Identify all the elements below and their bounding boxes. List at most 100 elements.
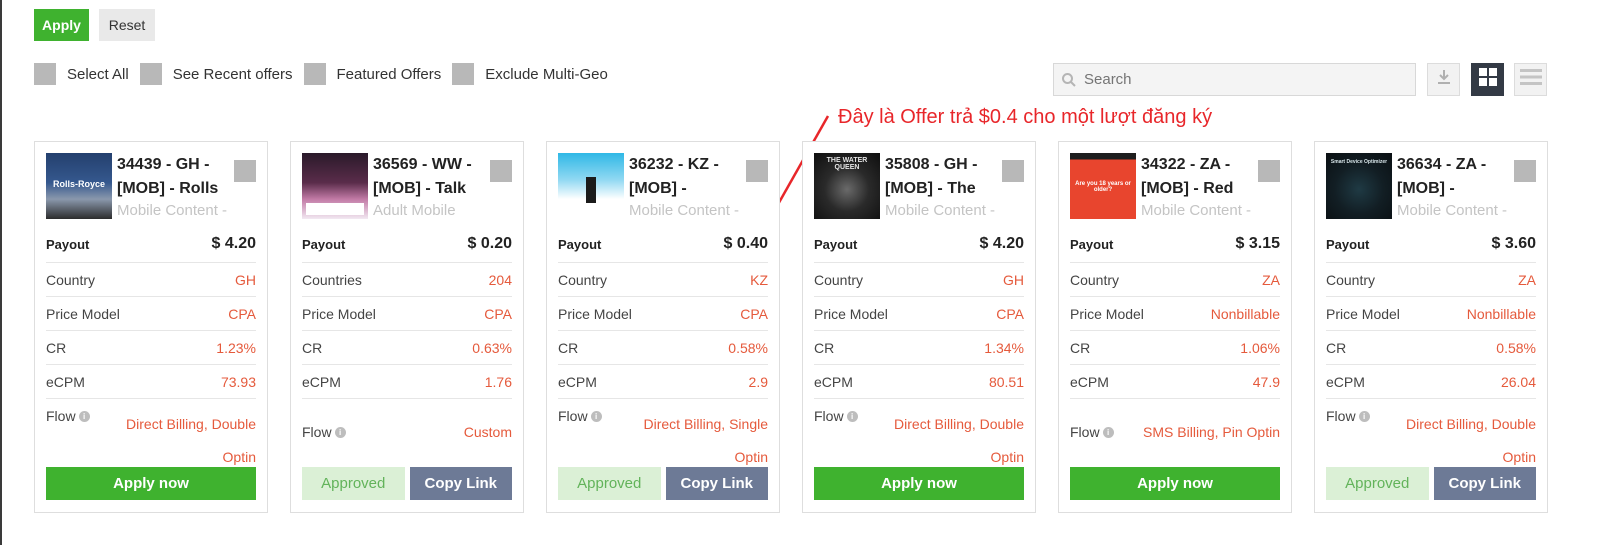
grid-view-button[interactable] bbox=[1471, 63, 1504, 96]
apply-button[interactable]: Apply bbox=[34, 9, 89, 41]
cr-row: CR 1.06% bbox=[1070, 331, 1280, 365]
offer-title[interactable]: 35808 - GH - [MOB] - The bbox=[885, 153, 1003, 201]
payout-value: $ 3.60 bbox=[1491, 235, 1536, 252]
flow-label: Flow bbox=[814, 408, 844, 424]
list-view-button[interactable] bbox=[1514, 63, 1547, 96]
flow-row: Flow i Direct Billing, Single Optin bbox=[558, 399, 768, 465]
offer-category: Mobile Content - bbox=[885, 202, 996, 219]
offer-card[interactable]: Are you 18 years or older? 34322 - ZA - … bbox=[1058, 141, 1292, 513]
approved-button[interactable]: Approved bbox=[558, 467, 661, 500]
price-model-row: Price Model CPA bbox=[46, 297, 256, 331]
approved-button[interactable]: Approved bbox=[302, 467, 405, 500]
offer-card[interactable]: Rolls-Royce 34439 - GH - [MOB] - Rolls M… bbox=[34, 141, 268, 513]
search-icon bbox=[1054, 72, 1084, 88]
select-all-checkbox[interactable] bbox=[34, 63, 56, 85]
countries-value: 204 bbox=[488, 271, 512, 288]
info-icon[interactable]: i bbox=[1102, 426, 1114, 438]
country-row: Countries 204 bbox=[302, 263, 512, 297]
featured-offers-checkbox[interactable] bbox=[303, 63, 326, 85]
flow-value: Custom bbox=[463, 424, 512, 440]
info-icon[interactable]: i bbox=[334, 426, 346, 438]
ecpm-label: eCPM bbox=[558, 373, 597, 390]
card-checkbox[interactable] bbox=[234, 160, 256, 182]
price-model-label: Price Model bbox=[1070, 305, 1144, 322]
thumbnail-caption: THE WATER QUEEN bbox=[826, 157, 868, 171]
payout-label: Payout bbox=[46, 236, 90, 252]
country-label: Country bbox=[558, 271, 608, 288]
download-button[interactable] bbox=[1427, 63, 1460, 96]
card-checkbox[interactable] bbox=[746, 160, 768, 182]
country-value: ZA bbox=[1518, 271, 1536, 288]
flow-label: Flow bbox=[302, 424, 332, 440]
recent-offers-checkbox[interactable] bbox=[139, 63, 162, 85]
reset-button[interactable]: Reset bbox=[99, 9, 155, 41]
payout-row: Payout $ 3.60 bbox=[1326, 226, 1536, 263]
offer-card-grid: Rolls-Royce 34439 - GH - [MOB] - Rolls M… bbox=[34, 141, 1548, 513]
offer-title[interactable]: 36634 - ZA - [MOB] - bbox=[1397, 153, 1515, 201]
apply-now-button[interactable]: Apply now bbox=[46, 467, 256, 500]
price-model-row: Price Model Nonbillable bbox=[1326, 297, 1536, 331]
offer-card[interactable]: Smart Device Optimizer 36634 - ZA - [MOB… bbox=[1314, 141, 1548, 513]
offer-title[interactable]: 34439 - GH - [MOB] - Rolls bbox=[117, 153, 235, 201]
cr-value: 1.23% bbox=[216, 339, 256, 356]
cr-value: 0.63% bbox=[472, 339, 512, 356]
download-icon bbox=[1436, 68, 1452, 91]
copy-link-button[interactable]: Copy Link bbox=[665, 467, 768, 500]
info-icon[interactable]: i bbox=[78, 410, 90, 422]
ecpm-row: eCPM 2.9 bbox=[558, 365, 768, 399]
cr-row: CR 1.34% bbox=[814, 331, 1024, 365]
flow-label: Flow bbox=[46, 408, 76, 424]
cr-label: CR bbox=[1070, 339, 1091, 356]
apply-now-button[interactable]: Apply now bbox=[1070, 467, 1280, 500]
filter-label: Featured Offers bbox=[336, 65, 442, 83]
card-checkbox[interactable] bbox=[1258, 160, 1280, 182]
copy-link-button[interactable]: Copy Link bbox=[1433, 467, 1536, 500]
card-checkbox[interactable] bbox=[1002, 160, 1024, 182]
ecpm-value: 26.04 bbox=[1500, 373, 1536, 390]
filter-exclude-multi-geo[interactable]: Exclude Multi-Geo bbox=[452, 63, 608, 85]
price-model-value: Nonbillable bbox=[1466, 305, 1536, 322]
apply-now-button[interactable]: Apply now bbox=[814, 467, 1024, 500]
country-row: Country GH bbox=[814, 263, 1024, 297]
offer-card[interactable]: THE WATER QUEEN 35808 - GH - [MOB] - The… bbox=[802, 141, 1036, 513]
search-input[interactable] bbox=[1084, 71, 1404, 88]
approved-button[interactable]: Approved bbox=[1326, 467, 1429, 500]
ecpm-label: eCPM bbox=[302, 373, 341, 390]
offer-title[interactable]: 36232 - KZ - [MOB] - bbox=[629, 153, 747, 201]
offer-thumbnail bbox=[558, 153, 624, 219]
info-icon[interactable]: i bbox=[846, 410, 858, 422]
filter-recent-offers[interactable]: See Recent offers bbox=[139, 63, 293, 85]
offer-thumbnail: THE WATER QUEEN bbox=[814, 153, 880, 219]
flow-row: Flow i Custom bbox=[302, 399, 512, 465]
price-model-value: CPA bbox=[228, 305, 256, 322]
info-icon[interactable]: i bbox=[590, 410, 602, 422]
filter-select-all[interactable]: Select All bbox=[34, 63, 129, 85]
offer-title[interactable]: 36569 - WW - [MOB] - Talk bbox=[373, 153, 491, 201]
exclude-multi-geo-checkbox[interactable] bbox=[452, 63, 475, 85]
offer-card[interactable]: 36232 - KZ - [MOB] - Mobile Content - Pa… bbox=[546, 141, 780, 513]
payout-label: Payout bbox=[1070, 236, 1114, 252]
price-model-row: Price Model CPA bbox=[558, 297, 768, 331]
filter-featured-offers[interactable]: Featured Offers bbox=[303, 63, 442, 85]
cr-value: 0.58% bbox=[1496, 339, 1536, 356]
cr-value: 1.34% bbox=[984, 339, 1024, 356]
offer-card[interactable]: 36569 - WW - [MOB] - Talk Adult Mobile P… bbox=[290, 141, 524, 513]
info-icon[interactable]: i bbox=[1358, 410, 1370, 422]
search-box[interactable] bbox=[1053, 63, 1416, 96]
offer-title[interactable]: 34322 - ZA - [MOB] - Red bbox=[1141, 153, 1259, 201]
country-row: Country ZA bbox=[1326, 263, 1536, 297]
filter-checkboxes: Select All See Recent offers Featured Of… bbox=[34, 63, 619, 85]
cr-label: CR bbox=[302, 339, 323, 356]
payout-row: Payout $ 0.20 bbox=[302, 226, 512, 263]
offer-thumbnail: Smart Device Optimizer bbox=[1326, 153, 1392, 219]
ecpm-row: eCPM 80.51 bbox=[814, 365, 1024, 399]
price-model-row: Price Model CPA bbox=[302, 297, 512, 331]
card-checkbox[interactable] bbox=[1514, 160, 1536, 182]
flow-row: Flow i SMS Billing, Pin Optin bbox=[1070, 399, 1280, 465]
flow-row: Flow i Direct Billing, Double Optin bbox=[1326, 399, 1536, 465]
cr-row: CR 1.23% bbox=[46, 331, 256, 365]
price-model-value: CPA bbox=[484, 305, 512, 322]
copy-link-button[interactable]: Copy Link bbox=[409, 467, 512, 500]
card-checkbox[interactable] bbox=[490, 160, 512, 182]
countries-label: Countries bbox=[302, 271, 362, 288]
